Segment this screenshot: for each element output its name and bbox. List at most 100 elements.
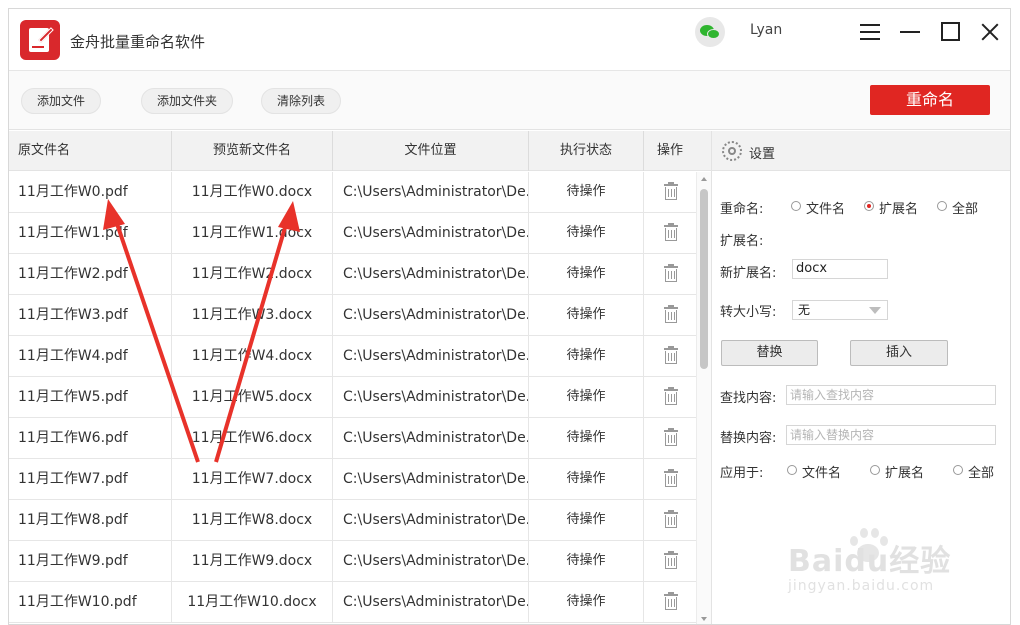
table-row[interactable]: 11月工作W6.pdf 11月工作W6.docx C:\Users\Administ… [9, 418, 696, 459]
original-name-cell: 11月工作W3.pdf [18, 307, 128, 323]
apply-filename-radio[interactable]: 文件名 [787, 462, 841, 481]
trash-icon[interactable] [664, 346, 678, 364]
preview-name-cell: 11月工作W4.docx [171, 336, 332, 376]
trash-icon[interactable] [664, 592, 678, 610]
status-cell: 待操作 [528, 254, 643, 294]
trash-icon[interactable] [664, 387, 678, 405]
status-cell: 待操作 [528, 500, 643, 540]
preview-name-cell: 11月工作W3.docx [171, 295, 332, 335]
action-cell [643, 541, 696, 581]
find-input[interactable]: 请输入查找内容 [786, 385, 996, 405]
scroll-up-icon[interactable] [701, 177, 707, 181]
header-location: 文件位置 [332, 131, 528, 171]
preview-name-cell: 11月工作W1.docx [171, 213, 332, 253]
scroll-thumb[interactable] [700, 189, 708, 369]
scroll-down-icon[interactable] [701, 617, 707, 621]
location-cell: C:\Users\Administrator\De... [332, 500, 528, 540]
replace-mode-button[interactable]: 替换 [721, 340, 818, 366]
case-select[interactable]: 无 [792, 300, 888, 320]
table-row[interactable]: 11月工作W10.pdf 11月工作W10.docx C:\Users\Admini… [9, 582, 696, 623]
trash-icon[interactable] [664, 264, 678, 282]
add-folder-button[interactable]: 添加文件夹 [141, 88, 234, 114]
table-scrollbar[interactable] [696, 172, 711, 624]
trash-icon[interactable] [664, 305, 678, 323]
table-row[interactable]: 11月工作W8.pdf 11月工作W8.docx C:\Users\Administ… [9, 500, 696, 541]
close-icon[interactable] [979, 21, 1003, 43]
action-cell [643, 459, 696, 499]
action-cell [643, 582, 696, 622]
original-name-cell: 11月工作W5.pdf [18, 389, 128, 405]
app-title: 金舟批量重命名软件 [70, 33, 206, 51]
table-row[interactable]: 11月工作W1.pdf 11月工作W1.docx C:\Users\Administ… [9, 213, 696, 254]
user-name[interactable]: Lyan [750, 22, 782, 38]
replace-input[interactable]: 请输入替换内容 [786, 425, 996, 445]
original-name-cell: 11月工作W10.pdf [18, 594, 137, 610]
apply-all-radio[interactable]: 全部 [953, 462, 994, 481]
action-cell [643, 418, 696, 458]
location-cell: C:\Users\Administrator\De... [332, 336, 528, 376]
chevron-down-icon [869, 307, 881, 314]
toolbar: 添加文件 添加文件夹 清除列表 重命名 [9, 71, 1010, 130]
menu-icon[interactable] [858, 21, 882, 43]
trash-icon[interactable] [664, 182, 678, 200]
maximize-icon[interactable] [939, 21, 963, 43]
rename-mode-filename-radio[interactable]: 文件名 [791, 198, 845, 217]
action-cell [643, 172, 696, 212]
preview-name-cell: 11月工作W8.docx [171, 500, 332, 540]
preview-name-cell: 11月工作W2.docx [171, 254, 332, 294]
wechat-icon[interactable] [695, 17, 725, 47]
original-name-cell: 11月工作W1.pdf [18, 225, 128, 241]
rename-mode-all-radio[interactable]: 全部 [937, 198, 978, 217]
baidu-watermark: Baidu经验 jingyan.baidu.com [780, 528, 980, 610]
new-extension-label: 新扩展名: [720, 266, 777, 281]
rename-mode-label: 重命名: [720, 202, 764, 217]
preview-name-cell: 11月工作W6.docx [171, 418, 332, 458]
action-cell [643, 377, 696, 417]
apply-to-label: 应用于: [720, 466, 764, 481]
preview-name-cell: 11月工作W7.docx [171, 459, 332, 499]
original-name-cell: 11月工作W4.pdf [18, 348, 128, 364]
table-row[interactable]: 11月工作W0.pdf 11月工作W0.docx C:\Users\Administ… [9, 172, 696, 213]
action-cell [643, 254, 696, 294]
table-row[interactable]: 11月工作W7.pdf 11月工作W7.docx C:\Users\Administ… [9, 459, 696, 500]
trash-icon[interactable] [664, 469, 678, 487]
trash-icon[interactable] [664, 551, 678, 569]
rename-button[interactable]: 重命名 [870, 85, 990, 115]
app-logo-icon [20, 20, 60, 60]
table-row[interactable]: 11月工作W5.pdf 11月工作W5.docx C:\Users\Administ… [9, 377, 696, 418]
status-cell: 待操作 [528, 459, 643, 499]
status-cell: 待操作 [528, 541, 643, 581]
original-name-cell: 11月工作W2.pdf [18, 266, 128, 282]
minimize-icon[interactable] [898, 21, 922, 43]
settings-header: 设置 [712, 131, 1010, 171]
original-name-cell: 11月工作W6.pdf [18, 430, 128, 446]
table-row[interactable]: 11月工作W2.pdf 11月工作W2.docx C:\Users\Administ… [9, 254, 696, 295]
table-row[interactable]: 11月工作W9.pdf 11月工作W9.docx C:\Users\Administ… [9, 541, 696, 582]
clear-list-button[interactable]: 清除列表 [261, 88, 342, 114]
settings-title: 设置 [749, 147, 776, 162]
trash-icon[interactable] [664, 223, 678, 241]
insert-mode-button[interactable]: 插入 [850, 340, 948, 366]
extension-label: 扩展名: [720, 234, 764, 249]
location-cell: C:\Users\Administrator\De... [332, 459, 528, 499]
table-row[interactable]: 11月工作W3.pdf 11月工作W3.docx C:\Users\Administ… [9, 295, 696, 336]
rename-mode-extension-radio[interactable]: 扩展名 [864, 198, 918, 217]
action-cell [643, 295, 696, 335]
preview-name-cell: 11月工作W10.docx [171, 582, 332, 622]
trash-icon[interactable] [664, 510, 678, 528]
watermark-sub-text: jingyan.baidu.com [788, 578, 935, 594]
status-cell: 待操作 [528, 377, 643, 417]
header-status: 执行状态 [528, 131, 643, 171]
location-cell: C:\Users\Administrator\De... [332, 172, 528, 212]
add-file-button[interactable]: 添加文件 [21, 88, 102, 114]
original-name-cell: 11月工作W8.pdf [18, 512, 128, 528]
location-cell: C:\Users\Administrator\De... [332, 582, 528, 622]
preview-name-cell: 11月工作W0.docx [171, 172, 332, 212]
trash-icon[interactable] [664, 428, 678, 446]
apply-extension-radio[interactable]: 扩展名 [870, 462, 924, 481]
preview-name-cell: 11月工作W9.docx [171, 541, 332, 581]
location-cell: C:\Users\Administrator\De... [332, 254, 528, 294]
new-extension-input[interactable]: docx [792, 259, 888, 279]
title-bar: 金舟批量重命名软件 Lyan [9, 9, 1010, 71]
table-row[interactable]: 11月工作W4.pdf 11月工作W4.docx C:\Users\Administ… [9, 336, 696, 377]
